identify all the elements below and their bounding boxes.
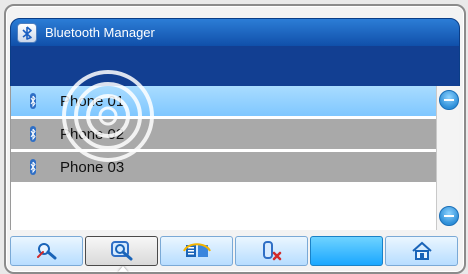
search-icon — [110, 241, 132, 261]
bluetooth-icon — [28, 126, 38, 142]
title-bar: Bluetooth Manager — [10, 18, 460, 48]
bottom-toolbar — [10, 236, 458, 266]
bluetooth-icon — [28, 93, 38, 109]
search-disconnect-button[interactable] — [10, 236, 83, 266]
selection-indicator — [118, 266, 128, 272]
delete-device-button[interactable] — [235, 236, 308, 266]
paired-list-button[interactable] — [160, 236, 233, 266]
home-icon — [411, 241, 432, 260]
search-disconnect-icon — [36, 243, 56, 260]
window-title: Bluetooth Manager — [45, 25, 155, 40]
bluetooth-icon — [17, 23, 37, 43]
device-name: Phone 02 — [60, 125, 125, 143]
list-paired-icon — [182, 243, 211, 257]
search-button[interactable] — [85, 236, 158, 266]
device-name: Phone 01 — [60, 92, 125, 110]
scroll-down-button[interactable] — [439, 206, 459, 226]
list-item[interactable]: Phone 02 — [11, 119, 437, 149]
status-band — [10, 46, 460, 86]
bluetooth-icon — [28, 159, 38, 175]
device-list: Phone 01 Phone 02 Phone 03 — [10, 86, 437, 230]
list-item[interactable]: Phone 01 — [11, 86, 437, 116]
empty-button[interactable] — [310, 236, 383, 266]
scrollbar[interactable] — [436, 86, 459, 230]
device-name: Phone 03 — [60, 158, 125, 176]
scroll-up-button[interactable] — [439, 90, 459, 110]
delete-device-icon — [262, 241, 281, 261]
home-button[interactable] — [385, 236, 458, 266]
list-item[interactable]: Phone 03 — [11, 152, 437, 182]
